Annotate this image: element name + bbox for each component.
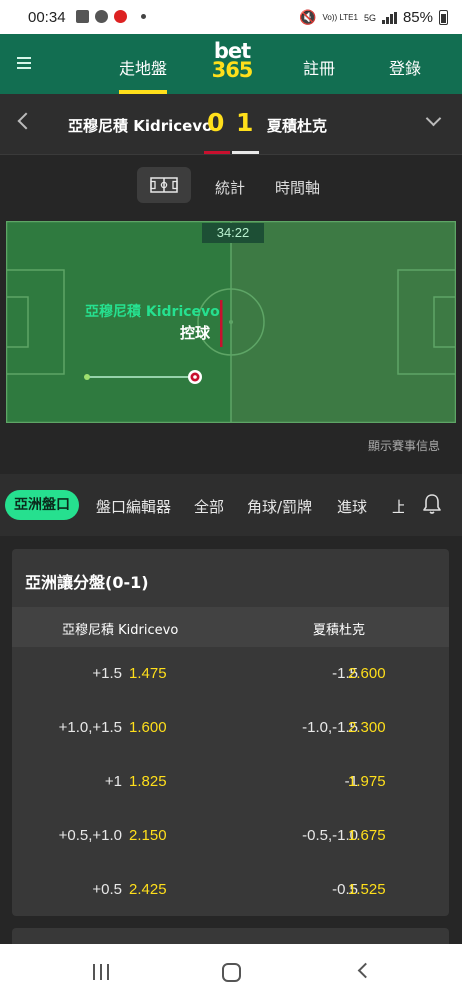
gallery-icon — [76, 10, 89, 23]
show-match-info-link[interactable]: 顯示賽事信息 — [368, 437, 440, 454]
asian-handicap-market: 亞洲讓分盤(0-1) 亞穆尼積 Kidricevo 夏積杜克 +1.5 1.47… — [12, 549, 449, 916]
bet365-logo[interactable]: bet 365 — [208, 41, 256, 81]
tab-corners-cards[interactable]: 角球/罰牌 — [247, 496, 312, 517]
back-chevron-icon[interactable] — [17, 112, 35, 130]
odds-row: +1.0,+1.5 1.600 -1.0,-1.5 2.300 — [12, 701, 449, 755]
app-header: 走地盤 bet 365 註冊 登錄 — [0, 34, 462, 94]
odds-price: 1.675 — [348, 827, 386, 844]
battery-icon — [439, 10, 448, 25]
pitch-icon — [150, 177, 178, 193]
odds-row: +0.5 2.425 -0.5 1.525 — [12, 863, 449, 916]
nav-live-in-play[interactable]: 走地盤 — [119, 55, 167, 79]
odds-button-home[interactable]: +0.5,+1.0 2.150 — [12, 809, 230, 863]
odds-button-home[interactable]: +1 1.825 — [12, 755, 230, 809]
odds-row: +1 1.825 -1 1.975 — [12, 755, 449, 809]
handicap-line: +1.0,+1.5 — [58, 719, 122, 736]
column-header-away: 夏積杜克 — [313, 623, 366, 638]
pitch-graphic — [6, 221, 456, 423]
match-pitch: 34:22 亞穆尼積 Kidricevo 控球 — [6, 221, 456, 423]
possession-label: 控球 — [180, 324, 211, 342]
home-icon[interactable] — [222, 963, 241, 982]
odds-button-away[interactable]: -1.5 2.600 — [231, 647, 449, 701]
status-time: 00:34 — [28, 9, 66, 26]
scoreboard: 亞穆尼積 Kidricevo 0 1 夏積杜克 — [0, 94, 462, 155]
odds-price: 2.300 — [348, 719, 386, 736]
odds-price: 1.600 — [129, 719, 167, 736]
market-title[interactable]: 亞洲讓分盤(0-1) — [25, 569, 149, 593]
match-clock: 34:22 — [202, 223, 264, 243]
odds-button-home[interactable]: +1.5 1.475 — [12, 647, 230, 701]
home-score: 0 — [207, 108, 225, 137]
odds-price: 1.825 — [129, 773, 167, 790]
handicap-line: +1 — [104, 773, 122, 790]
register-button[interactable]: 註冊 — [303, 55, 335, 79]
odds-price: 2.600 — [348, 665, 386, 682]
notification-icons — [76, 10, 146, 23]
tab-timeline[interactable]: 時間軸 — [275, 177, 320, 198]
column-header-home: 亞穆尼積 Kidricevo — [62, 623, 179, 638]
market-column-headers: 亞穆尼積 Kidricevo 夏積杜克 — [12, 607, 449, 647]
market-tabs: 亞洲盤口 盤口編輯器 全部 角球/罰牌 進球 上 — [0, 474, 462, 536]
more-notifications-icon — [141, 14, 146, 19]
odds-button-away[interactable]: -0.5 1.525 — [231, 863, 449, 916]
odds-row: +0.5,+1.0 2.150 -0.5,-1.0 1.675 — [12, 809, 449, 863]
away-kit-color-bar — [232, 151, 259, 154]
chevron-down-icon[interactable] — [425, 110, 442, 127]
view-tabs: 統計 時間軸 — [0, 155, 462, 215]
recent-apps-icon[interactable] — [93, 964, 109, 980]
tab-pitch-view[interactable] — [137, 167, 191, 203]
handicap-line: +1.5 — [92, 665, 122, 682]
tab-stats[interactable]: 統計 — [215, 177, 245, 198]
mute-icon: 🔇 — [299, 9, 317, 25]
tab-more[interactable]: 上 — [392, 496, 404, 517]
odds-button-away[interactable]: -1 1.975 — [231, 755, 449, 809]
system-icons: 🔇 Vo)) LTE1 5G 85% — [299, 9, 448, 26]
home-team-name: 亞穆尼積 Kidricevo — [68, 117, 213, 135]
tab-asian-handicap[interactable]: 亞洲盤口 — [5, 490, 79, 520]
home-kit-color-bar — [204, 151, 230, 154]
away-team-name: 夏積杜克 — [267, 117, 328, 135]
app-badge-icon — [114, 10, 127, 23]
odds-button-away[interactable]: -0.5,-1.0 1.675 — [231, 809, 449, 863]
odds-button-away[interactable]: -1.0,-1.5 2.300 — [231, 701, 449, 755]
back-icon[interactable] — [357, 962, 374, 979]
odds-button-home[interactable]: +0.5 2.425 — [12, 863, 230, 916]
tab-all[interactable]: 全部 — [194, 496, 224, 517]
network-label: 5G — [363, 12, 376, 23]
menu-icon[interactable] — [17, 57, 31, 69]
away-score: 1 — [236, 108, 254, 137]
status-bar: 00:34 🔇 Vo)) LTE1 5G 85% — [0, 0, 462, 34]
volte-label: Vo)) LTE1 — [322, 12, 358, 22]
odds-price: 1.475 — [129, 665, 167, 682]
handicap-line: +0.5 — [92, 881, 122, 898]
odds-price: 1.525 — [348, 881, 386, 898]
odds-price: 1.975 — [348, 773, 386, 790]
possession-team: 亞穆尼積 Kidricevo — [85, 304, 220, 320]
system-navigation-bar — [0, 944, 462, 1000]
tab-goals[interactable]: 進球 — [337, 496, 367, 517]
handicap-line: +0.5,+1.0 — [58, 827, 122, 844]
app-icon — [95, 10, 108, 23]
battery-percent: 85% — [402, 9, 433, 26]
odds-row: +1.5 1.475 -1.5 2.600 — [12, 647, 449, 701]
login-button[interactable]: 登錄 — [389, 55, 421, 79]
tab-bet-builder[interactable]: 盤口編輯器 — [96, 496, 171, 517]
odds-price: 2.150 — [129, 827, 167, 844]
signal-icon — [381, 11, 397, 24]
odds-price: 2.425 — [129, 881, 167, 898]
bell-icon[interactable] — [422, 493, 442, 515]
odds-button-home[interactable]: +1.0,+1.5 1.600 — [12, 701, 230, 755]
